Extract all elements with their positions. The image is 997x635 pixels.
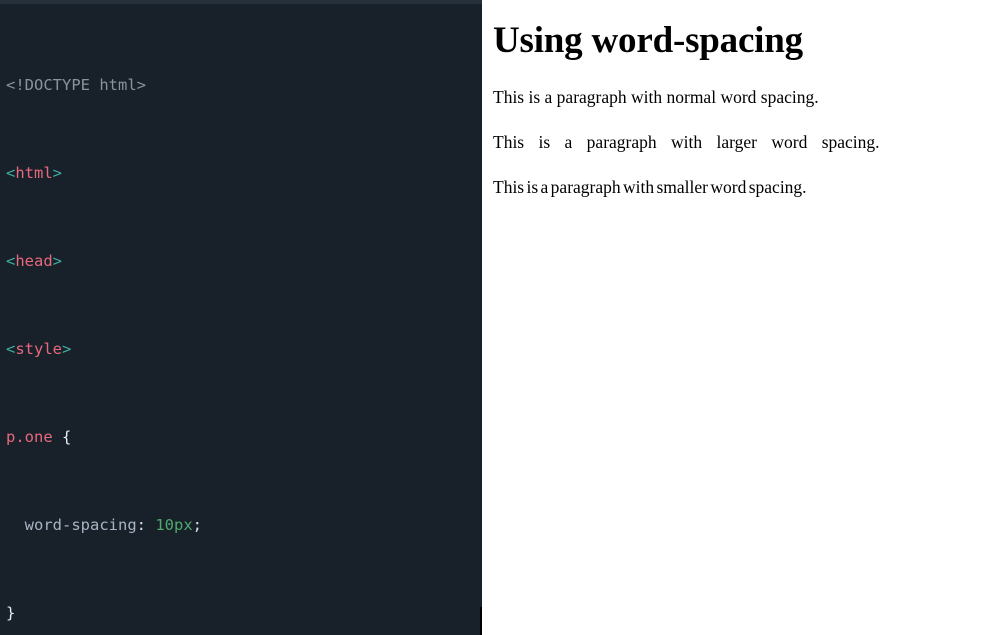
angle-open-token: <: [6, 252, 16, 270]
doctype-token: <!DOCTYPE html>: [6, 76, 146, 94]
rendered-output-pane: Using word-spacing This is a paragraph w…: [482, 0, 969, 635]
angle-close-token: >: [52, 252, 63, 270]
code-line-html-open: <html>: [6, 162, 482, 184]
code-line-style-open: <style>: [6, 338, 482, 360]
tag-name-token: style: [15, 340, 63, 358]
code-line-selector-one: p.one {: [6, 426, 482, 448]
semicolon-token: ;: [192, 516, 202, 534]
code-line-prop-one: word-spacing: 10px;: [6, 514, 482, 536]
tag-name-token: head: [15, 252, 53, 270]
angle-open-token: <: [6, 340, 16, 358]
colon-token: :: [136, 516, 156, 534]
angle-close-token: >: [52, 164, 63, 182]
preview-heading: Using word-spacing: [493, 20, 803, 61]
brace-token: }: [6, 604, 16, 622]
preview-paragraph-normal: This is a paragraph with normal word spa…: [493, 86, 819, 107]
code-editor-pane[interactable]: <!DOCTYPE html> <html> <head> <style> p.…: [0, 0, 482, 635]
angle-open-token: <: [6, 164, 16, 182]
preview-document-body: Using word-spacing This is a paragraph w…: [493, 0, 957, 222]
css-selector-token: p.one: [6, 428, 53, 446]
preview-paragraph-smaller: This is a paragraph with smaller word sp…: [493, 176, 807, 197]
css-value-token: 10px: [155, 516, 193, 534]
code-text-area[interactable]: <!DOCTYPE html> <html> <head> <style> p.…: [6, 8, 482, 635]
code-line-doctype: <!DOCTYPE html>: [6, 74, 482, 96]
angle-close-token: >: [62, 340, 72, 358]
tag-name-token: html: [15, 164, 53, 182]
preview-paragraph-larger: This is a paragraph with larger word spa…: [493, 131, 880, 152]
brace-token: {: [52, 428, 72, 446]
code-preview-split-view: <!DOCTYPE html> <html> <head> <style> p.…: [0, 0, 997, 635]
code-line-head-open: <head>: [6, 250, 482, 272]
css-property-token: word-spacing: [6, 516, 137, 534]
editor-top-strip: [0, 0, 482, 4]
horizontal-scrollbar-track[interactable]: [0, 607, 482, 635]
